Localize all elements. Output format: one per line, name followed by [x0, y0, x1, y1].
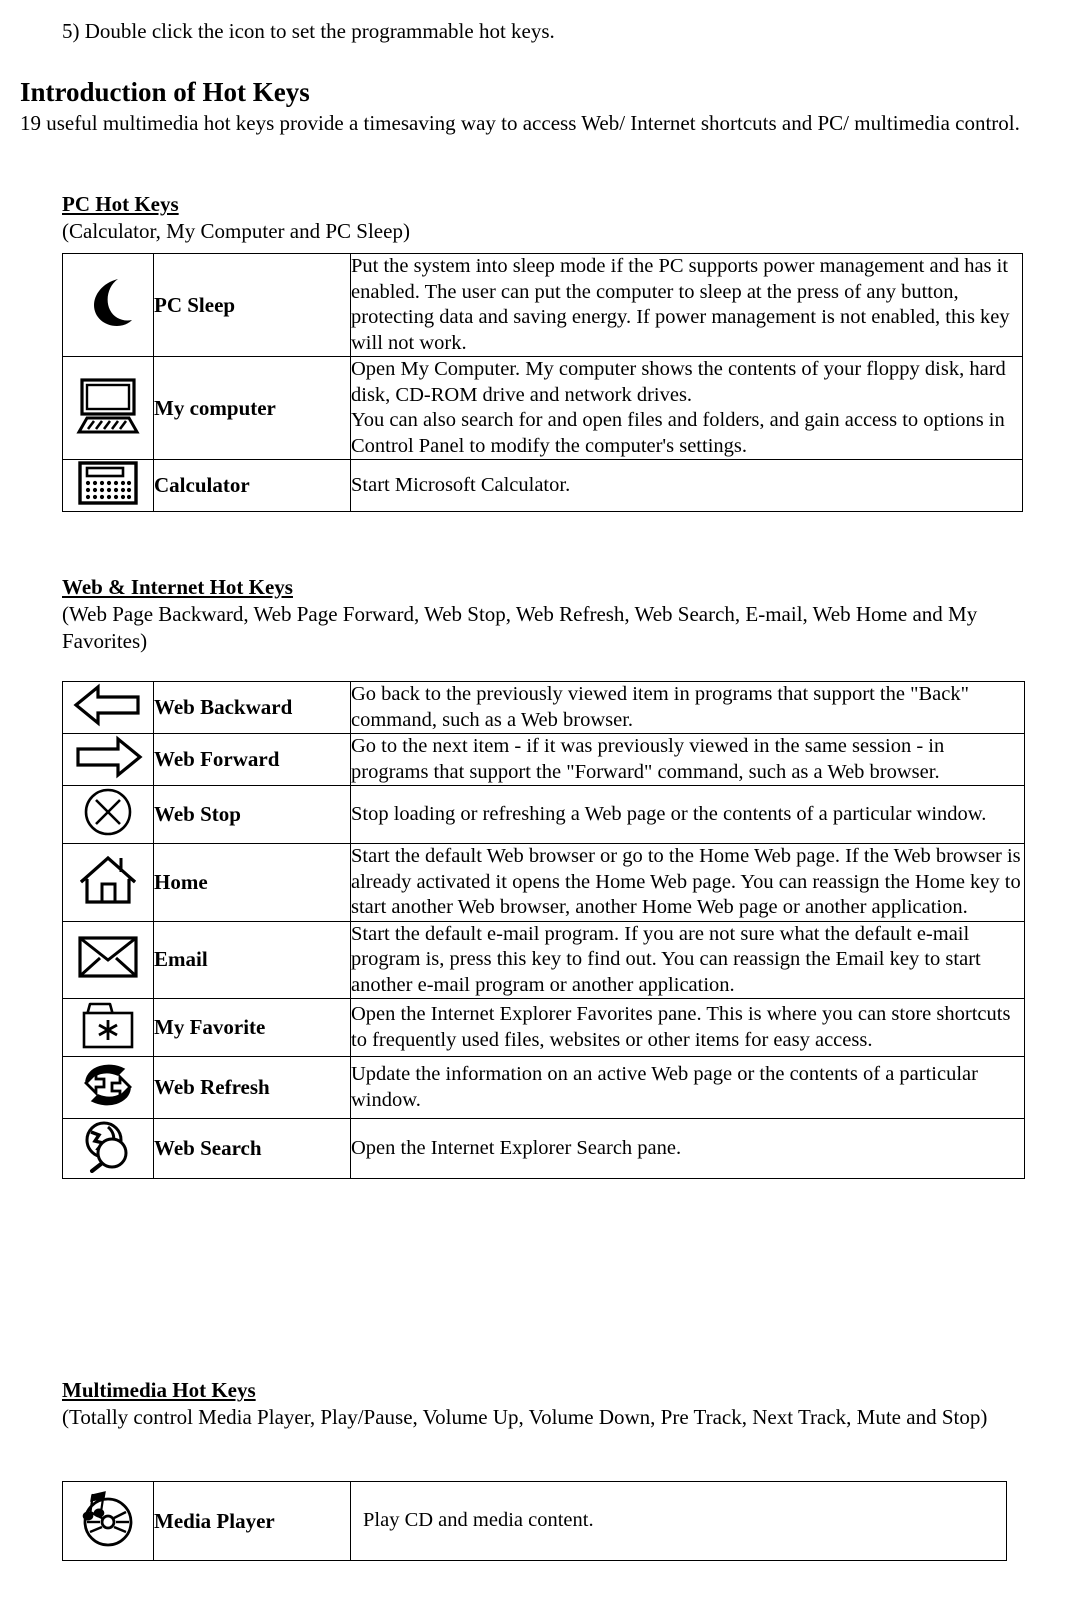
envelope-icon [76, 934, 140, 980]
arrow-left-icon [72, 682, 144, 728]
hotkey-description: Go to the next item - if it was previous… [350, 733, 1025, 786]
hotkey-name: Web Refresh [153, 1056, 351, 1119]
icon-cell [62, 1118, 154, 1179]
icon-cell [62, 843, 154, 922]
hotkey-description: Play CD and media content. [350, 1481, 1007, 1561]
table-row: My computer Open My Computer. My compute… [62, 356, 1023, 460]
table-row: PC Sleep Put the system into sleep mode … [62, 253, 1023, 357]
arrow-right-icon [72, 734, 144, 780]
table-web-hot-keys: Web Backward Go back to the previously v… [62, 681, 1025, 1179]
section-subheading-web-hot-keys: (Web Page Backward, Web Page Forward, We… [62, 602, 978, 653]
hotkey-description: Open My Computer. My computer shows the … [350, 356, 1023, 460]
hotkey-description: Open the Internet Explorer Search pane. [350, 1118, 1025, 1179]
hotkey-description: Put the system into sleep mode if the PC… [350, 253, 1023, 357]
table-row: Email Start the default e-mail program. … [62, 920, 1025, 999]
folder-star-icon [77, 999, 139, 1051]
table-row: Web Forward Go to the next item - if it … [62, 733, 1025, 786]
globe-magnifier-icon [79, 1119, 137, 1173]
section-heading-web-hot-keys: Web & Internet Hot Keys [62, 575, 293, 599]
table-multimedia-hot-keys: Media Player Play CD and media content. [62, 1481, 1007, 1561]
icon-cell [62, 998, 154, 1057]
house-icon [77, 852, 139, 908]
hotkey-description: Start Microsoft Calculator. [350, 459, 1023, 512]
circle-x-icon [82, 786, 134, 838]
hotkey-name: Web Search [153, 1118, 351, 1179]
table-row: Web Stop Stop loading or refreshing a We… [62, 785, 1025, 844]
hotkey-name: Calculator [153, 459, 351, 512]
table-pc-hot-keys: PC Sleep Put the system into sleep mode … [62, 253, 1023, 512]
hotkey-name: Web Forward [153, 733, 351, 786]
hotkey-name: Web Backward [153, 681, 351, 734]
hotkey-name: Email [153, 920, 351, 999]
hotkey-name: Web Stop [153, 785, 351, 844]
table-row: Web Search Open the Internet Explorer Se… [62, 1118, 1025, 1179]
section-heading-pc-hot-keys: PC Hot Keys [62, 192, 179, 216]
hotkey-description: Start the default e-mail program. If you… [350, 920, 1025, 999]
icon-cell [62, 1481, 154, 1561]
step-instruction-line: 5) Double click the icon to set the prog… [62, 19, 555, 43]
icon-cell [62, 920, 154, 999]
section-subheading-multimedia-hot-keys: (Totally control Media Player, Play/Paus… [62, 1405, 988, 1429]
table-row: My Favorite Open the Internet Explorer F… [62, 998, 1025, 1057]
hotkey-description: Open the Internet Explorer Favorites pan… [350, 998, 1025, 1057]
document-page: 5) Double click the icon to set the prog… [0, 0, 1081, 1605]
table-row: Calculator Start Microsoft Calculator. [62, 459, 1023, 512]
calculator-icon [77, 460, 139, 506]
hotkey-description: Go back to the previously viewed item in… [350, 681, 1025, 734]
hotkey-name: My Favorite [153, 998, 351, 1057]
section-subheading-pc-hot-keys: (Calculator, My Computer and PC Sleep) [62, 219, 410, 243]
hotkey-name: PC Sleep [153, 253, 351, 357]
desktop-computer-icon [75, 376, 141, 436]
hotkey-description: Stop loading or refreshing a Web page or… [350, 785, 1025, 844]
icon-cell [62, 681, 154, 734]
icon-cell [62, 356, 154, 460]
section-heading-multimedia-hot-keys: Multimedia Hot Keys [62, 1378, 256, 1402]
hotkey-name: My computer [153, 356, 351, 460]
cd-music-note-icon [76, 1488, 140, 1550]
icon-cell [62, 459, 154, 512]
table-row: Media Player Play CD and media content. [62, 1481, 1007, 1561]
icon-cell [62, 733, 154, 786]
page-title: Introduction of Hot Keys [20, 77, 310, 107]
crescent-moon-icon [76, 271, 140, 335]
table-row: Home Start the default Web browser or go… [62, 843, 1025, 922]
icon-cell [62, 1056, 154, 1119]
hotkey-name: Home [153, 843, 351, 922]
table-row: Web Backward Go back to the previously v… [62, 681, 1025, 734]
table-row: Web Refresh Update the information on an… [62, 1056, 1025, 1119]
refresh-arrows-icon [78, 1057, 138, 1113]
icon-cell [62, 785, 154, 844]
intro-paragraph: 19 useful multimedia hot keys provide a … [20, 111, 1020, 135]
hotkey-description: Start the default Web browser or go to t… [350, 843, 1025, 922]
hotkey-description: Update the information on an active Web … [350, 1056, 1025, 1119]
hotkey-name: Media Player [153, 1481, 351, 1561]
icon-cell [62, 253, 154, 357]
